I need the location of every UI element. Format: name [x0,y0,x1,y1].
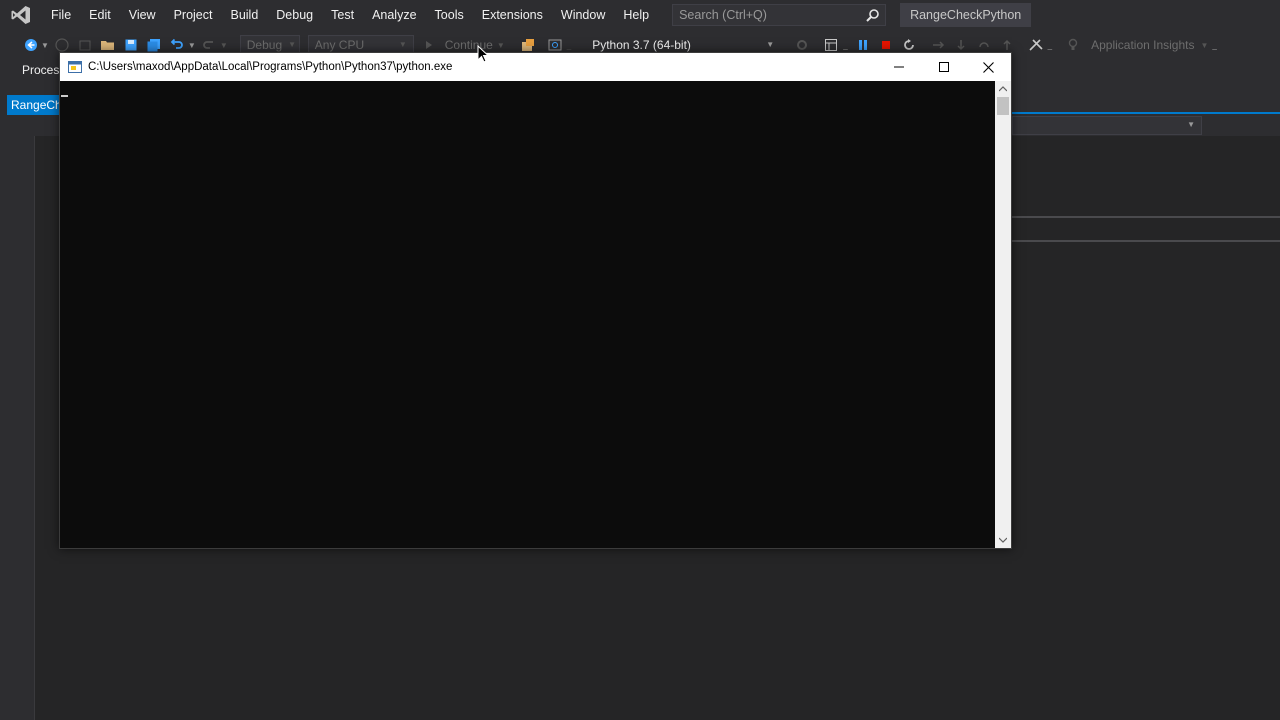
maximize-icon [938,62,949,72]
menu-window[interactable]: Window [552,0,614,30]
menu-debug[interactable]: Debug [267,0,322,30]
visual-studio-window: ▼ File Edit View Project Build Debug Tes… [0,0,1280,720]
application-insights-icon[interactable] [1062,34,1084,56]
menu-view[interactable]: View [120,0,165,30]
search-placeholder: Search (Ctrl+Q) [679,8,767,22]
tools-icon[interactable] [1025,34,1047,56]
menu-project[interactable]: Project [165,0,222,30]
python-icon [68,61,82,73]
editor-gutter [0,136,34,720]
text-cursor [61,95,68,97]
menu-build[interactable]: Build [221,0,267,30]
scroll-up-icon[interactable] [995,81,1011,97]
vs-logo-icon [0,0,42,30]
menu-tools[interactable]: Tools [426,0,473,30]
editor-divider-2 [1012,240,1280,242]
scroll-thumb[interactable] [997,97,1009,115]
process-label: Proces [22,63,60,77]
editor-tab-rule [1010,112,1280,114]
back-icon[interactable] [20,34,42,56]
scroll-down-icon[interactable] [995,532,1011,548]
maximize-button[interactable] [921,53,966,81]
console-scrollbar[interactable] [995,81,1011,548]
menu-test[interactable]: Test [322,0,363,30]
minimize-button[interactable] [876,53,921,81]
search-input[interactable]: Search (Ctrl+Q) [672,4,887,26]
project-name-badge: RangeCheckPython [900,3,1032,27]
menu-bar: File Edit View Project Build Debug Test … [0,0,1280,30]
tab-rangecheck[interactable]: RangeCh [7,95,66,115]
minimize-icon [893,66,904,68]
search-icon [866,8,879,22]
mouse-pointer-icon [477,45,489,63]
editor-divider-1 [1012,216,1280,218]
console-title-bar[interactable]: C:\Users\maxod\AppData\Local\Programs\Py… [60,53,1011,81]
menu-file[interactable]: File [42,0,80,30]
application-insights-button[interactable]: Application Insights [1091,38,1194,52]
close-button[interactable] [966,53,1011,81]
close-icon [983,61,994,73]
menu-analyze[interactable]: Analyze [363,0,425,30]
python-console-window: C:\Users\maxod\AppData\Local\Programs\Py… [59,52,1012,549]
menu-edit[interactable]: Edit [80,0,120,30]
editor-navigation-dropdown[interactable]: ▼ [1012,116,1202,135]
console-output-area[interactable] [60,81,995,548]
gutter-divider [34,136,35,720]
menu-help[interactable]: Help [614,0,658,30]
menu-extensions[interactable]: Extensions [473,0,552,30]
